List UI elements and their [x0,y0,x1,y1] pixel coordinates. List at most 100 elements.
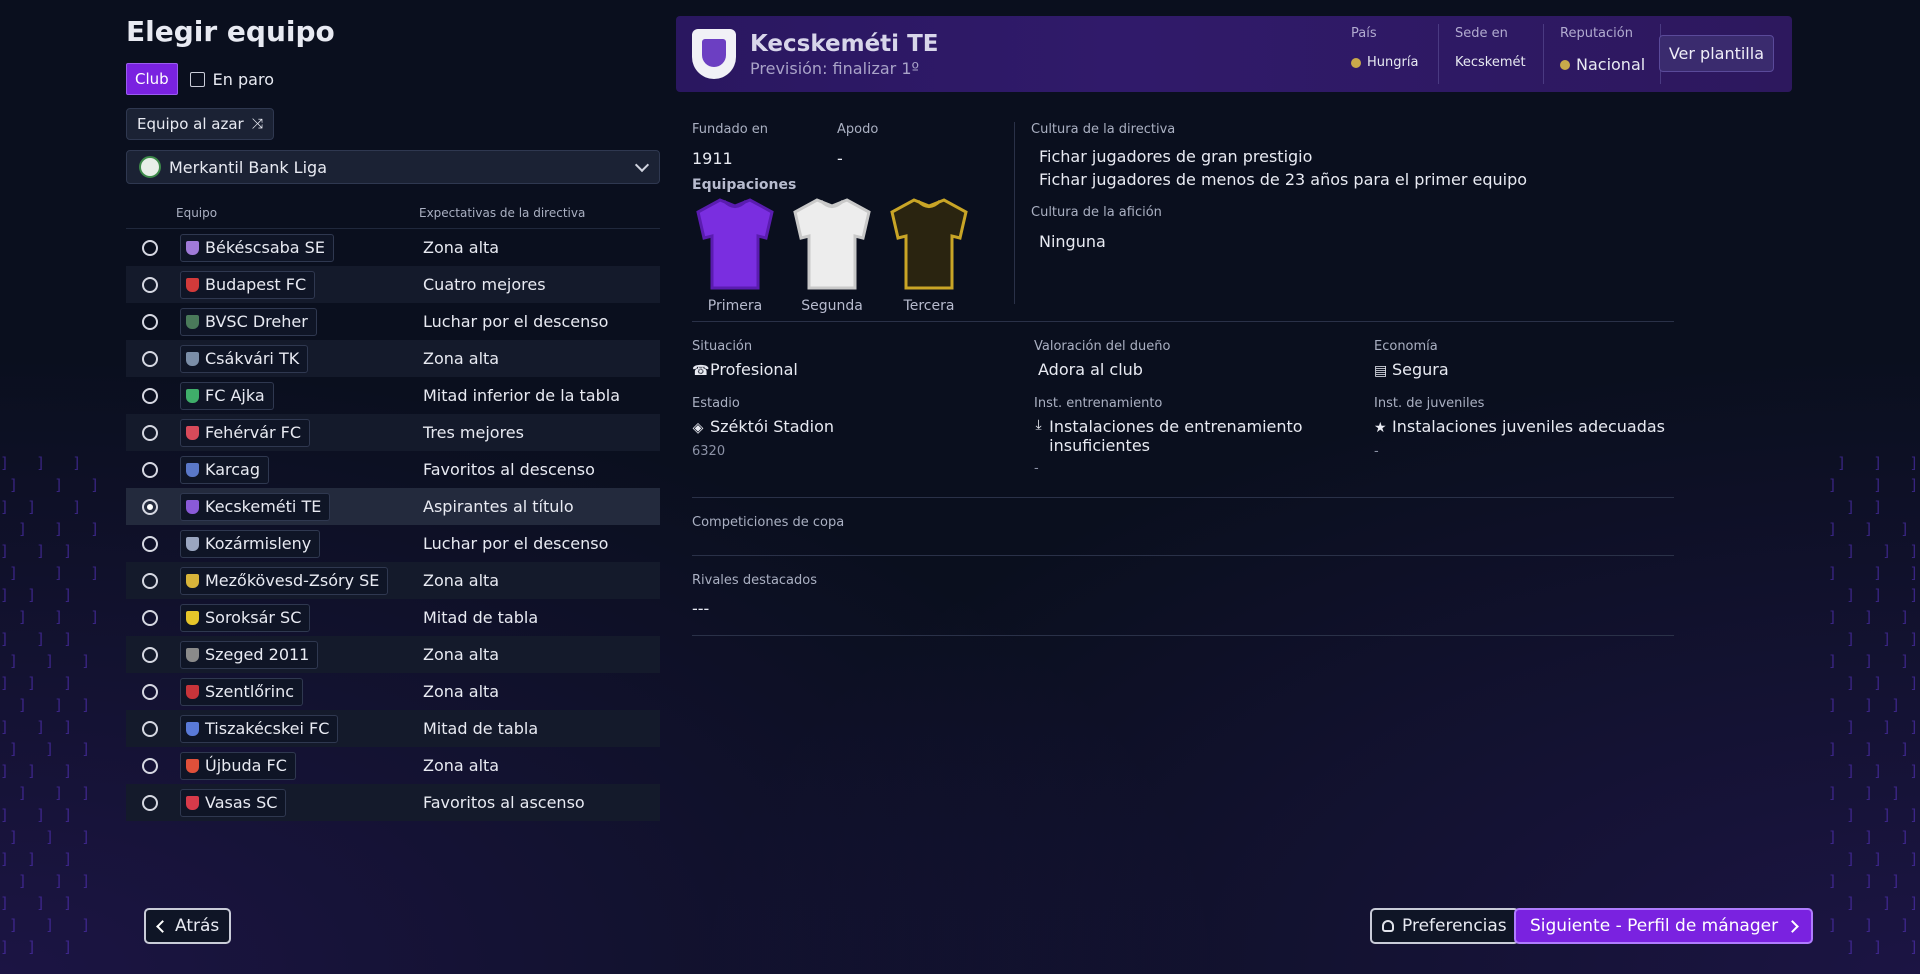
cups-label: Competiciones de copa [692,515,845,530]
economy-value: Segura [1392,360,1449,379]
team-crest-icon [186,647,199,662]
team-radio[interactable] [142,239,158,256]
expectation-cell: Zona alta [423,645,500,664]
team-chip[interactable]: Soroksár SC [180,603,311,632]
expectation-cell: Aspirantes al título [423,497,574,516]
training-value: Instalaciones de entrenamiento insuficie… [1049,417,1303,455]
table-row[interactable]: FC Ajka Mitad inferior de la tabla [126,377,660,414]
team-chip[interactable]: Szeged 2011 [180,640,319,669]
league-name: Merkantil Bank Liga [169,157,327,177]
team-radio[interactable] [142,461,158,478]
table-row[interactable]: Mezőkövesd-Zsóry SE Zona alta [126,562,660,599]
team-chip[interactable]: FC Ajka [180,381,274,410]
team-chip[interactable]: Kecskeméti TE [180,492,331,521]
table-row[interactable]: Szentlőrinc Zona alta [126,673,660,710]
unemployed-checkbox[interactable] [189,71,205,87]
table-row[interactable]: Fehérvár FC Tres mejores [126,414,660,451]
filter-unemployed-toggle[interactable]: En paro [189,70,274,89]
club-header: Kecskeméti TE Previsión: finalizar 1º Pa… [676,16,1792,92]
team-name: Soroksár SC [205,608,302,627]
team-radio[interactable] [142,757,158,774]
expectation-cell: Zona alta [423,571,500,590]
team-chip[interactable]: BVSC Dreher [180,307,317,336]
divider [692,555,1674,556]
table-row[interactable]: Tiszakécskei FC Mitad de tabla [126,710,660,747]
team-crest-icon [186,388,199,403]
table-row[interactable]: Budapest FC Cuatro mejores [126,266,660,303]
back-label: Atrás [175,916,220,936]
kit-label: Segunda [801,298,863,314]
league-select[interactable]: Merkantil Bank Liga [126,150,660,184]
team-radio[interactable] [142,646,158,663]
expectation-cell: Favoritos al descenso [423,460,595,479]
economy-block: Economía ▤ Segura [1374,339,1449,379]
expectation-cell: Mitad de tabla [423,608,539,627]
kit-label: Tercera [903,298,955,314]
team-chip[interactable]: Újbuda FC [180,751,296,780]
table-row[interactable]: Békéscsaba SE Zona alta [126,229,660,266]
table-row[interactable]: Szeged 2011 Zona alta [126,636,660,673]
team-chip[interactable]: Békéscsaba SE [180,233,334,262]
team-radio[interactable] [142,683,158,700]
team-radio[interactable] [142,424,158,441]
team-radio[interactable] [142,498,158,515]
next-manager-profile-button[interactable]: Siguiente - Perfil de mánager [1514,908,1814,944]
team-chip[interactable]: Szentlőrinc [180,677,304,706]
back-button[interactable]: Atrás [144,908,232,944]
founded-block: Fundado en 1911 [692,122,768,168]
team-radio[interactable] [142,609,158,626]
team-chip[interactable]: Mezőkövesd-Zsóry SE [180,566,389,595]
team-radio[interactable] [142,572,158,589]
team-name: Kozármisleny [205,534,312,553]
table-row[interactable]: Kozármisleny Luchar por el descenso [126,525,660,562]
team-chip[interactable]: Kozármisleny [180,529,321,558]
user-icon [1382,920,1394,932]
team-radio[interactable] [142,276,158,293]
expectation-cell: Tres mejores [423,423,524,442]
team-radio[interactable] [142,387,158,404]
table-row[interactable]: Csákvári TK Zona alta [126,340,660,377]
table-row[interactable]: Karcag Favoritos al descenso [126,451,660,488]
team-crest-icon [186,573,199,588]
country-value: Hungría [1367,55,1419,70]
club-detail-panel: Kecskeméti TE Previsión: finalizar 1º Pa… [676,16,1792,636]
club-forecast: Previsión: finalizar 1º [750,58,920,78]
table-row[interactable]: Újbuda FC Zona alta [126,747,660,784]
team-radio[interactable] [142,350,158,367]
team-name: Szeged 2011 [205,645,310,664]
board-culture-item: Fichar jugadores de menos de 23 años par… [1039,170,1528,189]
team-chip[interactable]: Csákvári TK [180,344,309,373]
table-row[interactable]: Kecskeméti TE Aspirantes al título [126,488,660,525]
team-chip[interactable]: Karcag [180,455,269,484]
kits-title: Equipaciones [692,177,797,193]
team-name: Békéscsaba SE [205,238,325,257]
team-cell: FC Ajka [180,381,423,410]
team-chip[interactable]: Fehérvár FC [180,418,311,447]
table-row[interactable]: Soroksár SC Mitad de tabla [126,599,660,636]
table-row[interactable]: Vasas SC Favoritos al ascenso [126,784,660,821]
team-name: Budapest FC [205,275,307,294]
table-row[interactable]: BVSC Dreher Luchar por el descenso [126,303,660,340]
preferences-label: Preferencias [1402,916,1507,936]
team-chip[interactable]: Vasas SC [180,788,287,817]
preferences-button[interactable]: Preferencias [1370,908,1519,944]
training-sub: - [1034,461,1039,476]
youth-block: Inst. de juveniles ★ Instalaciones juveni… [1374,396,1665,459]
nickname-block: Apodo - [837,122,878,168]
team-chip[interactable]: Tiszakécskei FC [180,714,339,743]
filter-club-button[interactable]: Club [126,63,178,95]
team-chip[interactable]: Budapest FC [180,270,316,299]
team-name: Fehérvár FC [205,423,302,442]
team-radio[interactable] [142,794,158,811]
view-squad-button[interactable]: Ver plantilla [1658,35,1774,72]
youth-label: Inst. de juveniles [1374,396,1485,411]
economy-icon: ▤ [1374,363,1388,379]
expectation-cell: Mitad de tabla [423,719,539,738]
team-radio[interactable] [142,535,158,552]
team-radio[interactable] [142,720,158,737]
owner-block: Valoración del dueño Adora al club [1034,339,1171,379]
reputation-icon [1560,59,1570,70]
board-culture-item: Fichar jugadores de gran prestigio [1039,147,1313,166]
team-radio[interactable] [142,313,158,330]
random-team-button[interactable]: Equipo al azar ⤨ [126,108,274,140]
